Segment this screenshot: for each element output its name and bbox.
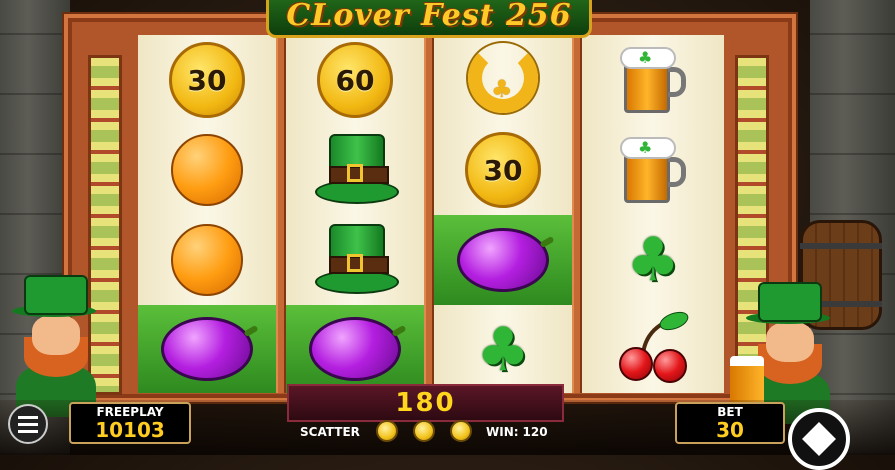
reel-2: 60 — [286, 35, 424, 393]
symbol-coin: 30 — [138, 35, 276, 125]
plum-icon — [161, 317, 253, 381]
hamburger-icon — [18, 415, 38, 419]
scatter-coin-icon — [413, 420, 435, 442]
bet-panel[interactable]: BET 30 — [675, 402, 785, 444]
reel-1: 30 — [138, 35, 276, 393]
plum-icon — [309, 317, 401, 381]
bet-value: 30 — [716, 417, 744, 442]
symbol-leprechaun-hat — [286, 125, 424, 215]
coin-icon: 30 — [169, 42, 245, 118]
freeplay-label: FREEPLAY — [96, 404, 164, 419]
reel-4: ♣ ♣ ♣ — [582, 35, 724, 393]
scatter-info: SCATTER — [300, 422, 360, 442]
leprechaun-hat-icon — [315, 134, 399, 206]
win-value: 120 — [522, 425, 548, 439]
reel-divider — [572, 35, 582, 393]
symbol-beer-mug: ♣ — [582, 35, 724, 125]
coin-icon: 30 — [465, 132, 541, 208]
reel-divider — [276, 35, 286, 393]
symbol-coin: 30 — [434, 125, 572, 215]
reel-divider — [424, 35, 434, 393]
freeplay-value: 10103 — [95, 417, 165, 442]
symbol-clover: ♣ — [582, 215, 724, 305]
cherries-icon — [613, 308, 693, 387]
symbol-orange — [138, 215, 276, 305]
horseshoe-icon: ♣ — [464, 43, 542, 117]
coin-icon: 60 — [317, 42, 393, 118]
beer-mug-icon: ♣ — [616, 133, 690, 207]
beer-pint-icon — [730, 356, 764, 406]
orange-icon — [171, 134, 243, 206]
symbol-plum-winning — [138, 305, 276, 393]
symbol-horseshoe: ♣ — [434, 35, 572, 125]
scatter-coin-icon — [376, 420, 398, 442]
scatter-label: SCATTER — [300, 425, 360, 439]
win-amount-display: 180 — [287, 384, 564, 422]
clover-icon: ♣ — [626, 225, 680, 295]
reel-area: 30 60 ♣ 30 ♣ ♣ ♣ ♣ — [138, 35, 724, 393]
win-label: WIN: — [486, 425, 519, 439]
clover-icon: ♣ — [476, 315, 530, 385]
beer-mug-icon: ♣ — [616, 43, 690, 117]
symbol-leprechaun-hat — [286, 215, 424, 305]
orange-icon — [171, 224, 243, 296]
game-title-banner: CLover Fest 256 — [266, 0, 592, 38]
symbol-beer-mug: ♣ — [582, 125, 724, 215]
spin-button[interactable] — [788, 408, 850, 470]
symbol-cherries — [582, 305, 724, 395]
win-info: WIN: 120 — [486, 422, 548, 442]
game-title: CLover Fest 256 — [286, 0, 572, 33]
spin-icon — [802, 422, 836, 456]
symbol-plum-winning — [286, 305, 424, 393]
leprechaun-left — [6, 275, 106, 417]
symbol-plum-winning — [434, 215, 572, 305]
plum-icon — [457, 228, 549, 292]
win-amount: 180 — [395, 388, 456, 418]
symbol-orange — [138, 125, 276, 215]
freeplay-panel: FREEPLAY 10103 — [69, 402, 191, 444]
menu-button[interactable] — [8, 404, 48, 444]
symbol-clover: ♣ — [434, 305, 572, 395]
symbol-coin: 60 — [286, 35, 424, 125]
scatter-coin-icon — [450, 420, 472, 442]
leprechaun-hat-icon — [315, 224, 399, 296]
bet-label: BET — [717, 404, 743, 419]
reel-3: ♣ 30 ♣ — [434, 35, 572, 393]
